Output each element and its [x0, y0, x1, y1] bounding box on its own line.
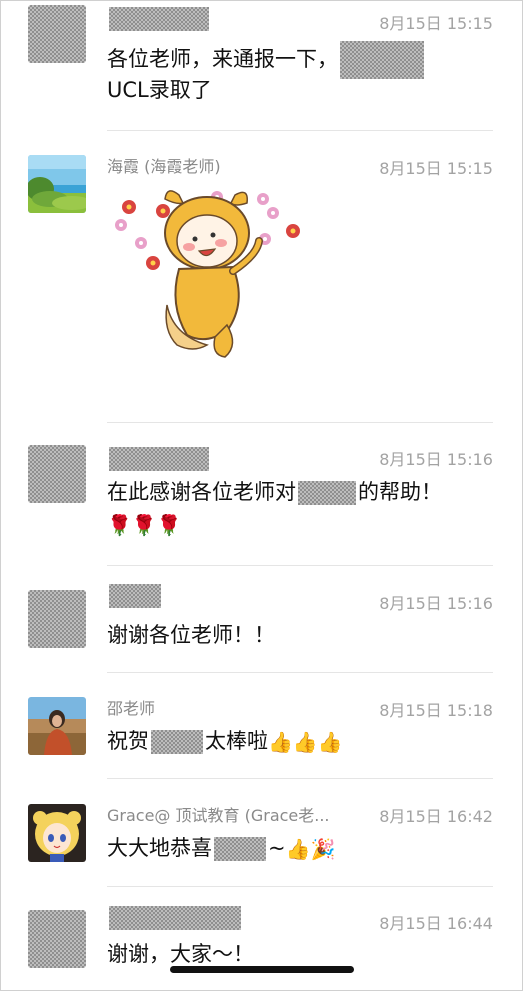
- landscape-avatar-image: [28, 155, 86, 213]
- message-time: 8月15日 15:16: [379, 594, 493, 613]
- message-text-line2[interactable]: UCL录取了: [107, 73, 212, 107]
- message-text[interactable]: 谢谢各位老师！！: [107, 618, 275, 652]
- rose-emoji: 🌹🌹🌹: [107, 513, 182, 537]
- avatar[interactable]: [28, 155, 86, 213]
- sender-name[interactable]: Grace@ 顶试教育 (Grace老...: [107, 802, 330, 826]
- sender-name-redacted: [109, 447, 209, 471]
- message-time: 8月15日 15:15: [379, 14, 493, 33]
- avatar[interactable]: [28, 804, 86, 862]
- message-time: 8月15日 16:44: [379, 914, 493, 933]
- sender-name-redacted: [109, 584, 161, 608]
- sender-name[interactable]: 邵老师: [107, 695, 155, 719]
- avatar[interactable]: [28, 590, 86, 648]
- message-time: 8月15日 16:42: [379, 807, 493, 826]
- anime-character-avatar: [28, 804, 86, 862]
- message-divider: [107, 672, 493, 673]
- message-time: 8月15日 15:16: [379, 450, 493, 469]
- avatar[interactable]: [28, 910, 86, 968]
- message-time: 8月15日 15:18: [379, 701, 493, 720]
- avatar[interactable]: [28, 5, 86, 63]
- message-divider: [107, 130, 493, 131]
- redacted-text: [340, 41, 424, 79]
- message-text-part: 太棒啦: [205, 729, 268, 753]
- redacted-text: [298, 481, 356, 505]
- avatar[interactable]: [28, 697, 86, 755]
- message-text-part: 大大地恭喜: [107, 836, 212, 860]
- home-indicator[interactable]: [170, 966, 354, 973]
- message-time: 8月15日 15:15: [379, 159, 493, 178]
- sender-name-redacted: [109, 906, 241, 930]
- message-text-part: ~: [268, 836, 286, 860]
- message-text-part: 的帮助！: [358, 480, 442, 504]
- message-divider: [107, 565, 493, 566]
- message-text[interactable]: 大大地恭喜 ~👍🎉: [107, 831, 335, 865]
- redacted-text: [151, 730, 203, 754]
- avatar[interactable]: [28, 445, 86, 503]
- message-divider: [107, 422, 493, 423]
- message-text-part: 各位老师，来通报一下，: [107, 47, 338, 71]
- message-divider: [107, 886, 493, 887]
- redacted-text: [214, 837, 266, 861]
- message-emoji-line[interactable]: 🌹🌹🌹: [107, 507, 182, 541]
- person-photo-avatar: [28, 697, 86, 755]
- message-text-part: 祝贺: [107, 729, 149, 753]
- message-text-part: 在此感谢各位老师对: [107, 480, 296, 504]
- sender-name-redacted: [109, 7, 209, 31]
- message-text[interactable]: 在此感谢各位老师对 的帮助！: [107, 475, 442, 509]
- flower-throwing-character-sticker[interactable]: [107, 185, 307, 365]
- message-text[interactable]: 祝贺 太棒啦👍👍👍: [107, 724, 343, 758]
- thumbs-up-emoji: 👍👍👍: [268, 730, 343, 754]
- thumbs-up-party-emoji: 👍🎉: [285, 837, 336, 861]
- sender-name[interactable]: 海霞 (海霞老师): [107, 153, 221, 177]
- message-divider: [107, 778, 493, 779]
